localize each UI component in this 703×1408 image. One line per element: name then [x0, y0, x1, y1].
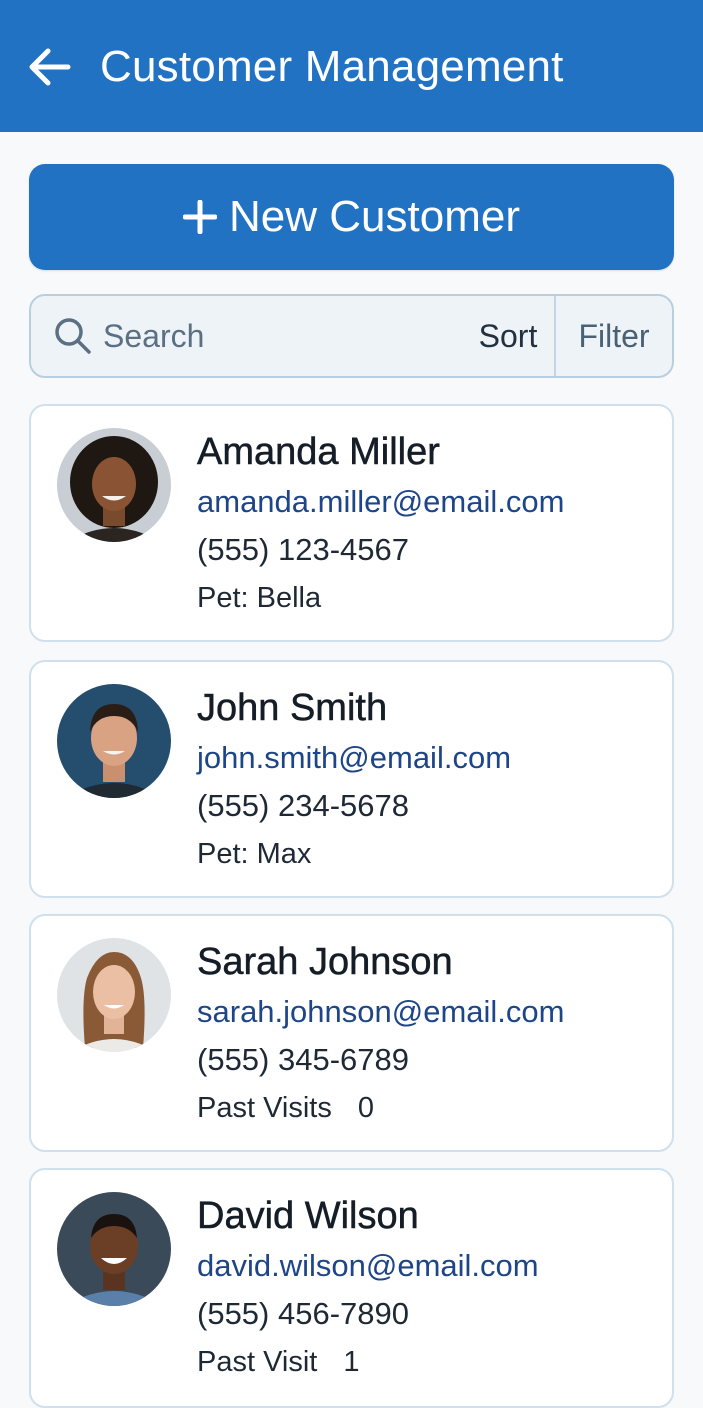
customer-detail-label: Pet: Bella: [197, 582, 322, 614]
customer-name: David Wilson: [197, 1195, 419, 1238]
app-bar: Customer Management: [0, 0, 703, 132]
customer-card[interactable]: Sarah Johnson sarah.johnson@email.com (5…: [29, 914, 674, 1152]
customer-name: Amanda Miller: [197, 431, 440, 474]
customer-detail-value: 0: [357, 1092, 374, 1124]
customer-photo-icon: [57, 1192, 171, 1306]
customer-detail: Pet: Max: [197, 832, 657, 876]
customer-detail-label: Pet: Max: [197, 838, 312, 870]
customer-name: Sarah Johnson: [197, 941, 453, 984]
customer-phone: (555) 345-6789: [197, 1042, 409, 1077]
customer-name: John Smith: [197, 687, 388, 730]
arrow-left-icon: [29, 48, 71, 86]
customer-photo-icon: [57, 684, 171, 798]
customer-detail: Past Visit 1: [197, 1340, 657, 1384]
customer-detail-value: 1: [343, 1346, 360, 1378]
customer-email[interactable]: david.wilson@email.com: [197, 1244, 657, 1288]
customer-photo-icon: [57, 938, 171, 1052]
sort-button[interactable]: Sort: [461, 296, 555, 376]
filter-button[interactable]: Filter: [556, 296, 672, 376]
customer-phone: (555) 456-7890: [197, 1296, 409, 1331]
new-customer-label: New Customer: [229, 192, 520, 241]
customer-email[interactable]: sarah.johnson@email.com: [197, 990, 657, 1034]
page-title: Customer Management: [100, 42, 564, 91]
customer-detail: Past Visits 0: [197, 1086, 657, 1130]
customer-card[interactable]: David Wilson david.wilson@email.com (555…: [29, 1168, 674, 1408]
customer-phone: (555) 123-4567: [197, 532, 409, 567]
customer-detail-label: Past Visits: [197, 1092, 332, 1124]
customer-info: John Smith john.smith@email.com (555) 23…: [197, 684, 657, 876]
new-customer-button[interactable]: New Customer: [29, 164, 674, 270]
customer-email[interactable]: john.smith@email.com: [197, 736, 657, 780]
back-button[interactable]: [22, 40, 76, 94]
customer-info: David Wilson david.wilson@email.com (555…: [197, 1192, 657, 1384]
customer-detail: Pet: Bella: [197, 576, 657, 620]
customer-email[interactable]: amanda.miller@email.com: [197, 480, 657, 524]
customer-card[interactable]: Amanda Miller amanda.miller@email.com (5…: [29, 404, 674, 642]
customer-phone: (555) 234-5678: [197, 788, 409, 823]
search-input[interactable]: [103, 310, 443, 362]
customer-photo-icon: [57, 428, 171, 542]
plus-icon: [183, 200, 218, 234]
customer-info: Amanda Miller amanda.miller@email.com (5…: [197, 428, 657, 620]
search-bar: Sort Filter: [29, 294, 674, 378]
customer-card[interactable]: John Smith john.smith@email.com (555) 23…: [29, 660, 674, 898]
search-icon: [55, 318, 91, 354]
customer-info: Sarah Johnson sarah.johnson@email.com (5…: [197, 938, 657, 1130]
customer-detail-label: Past Visit: [197, 1346, 318, 1378]
